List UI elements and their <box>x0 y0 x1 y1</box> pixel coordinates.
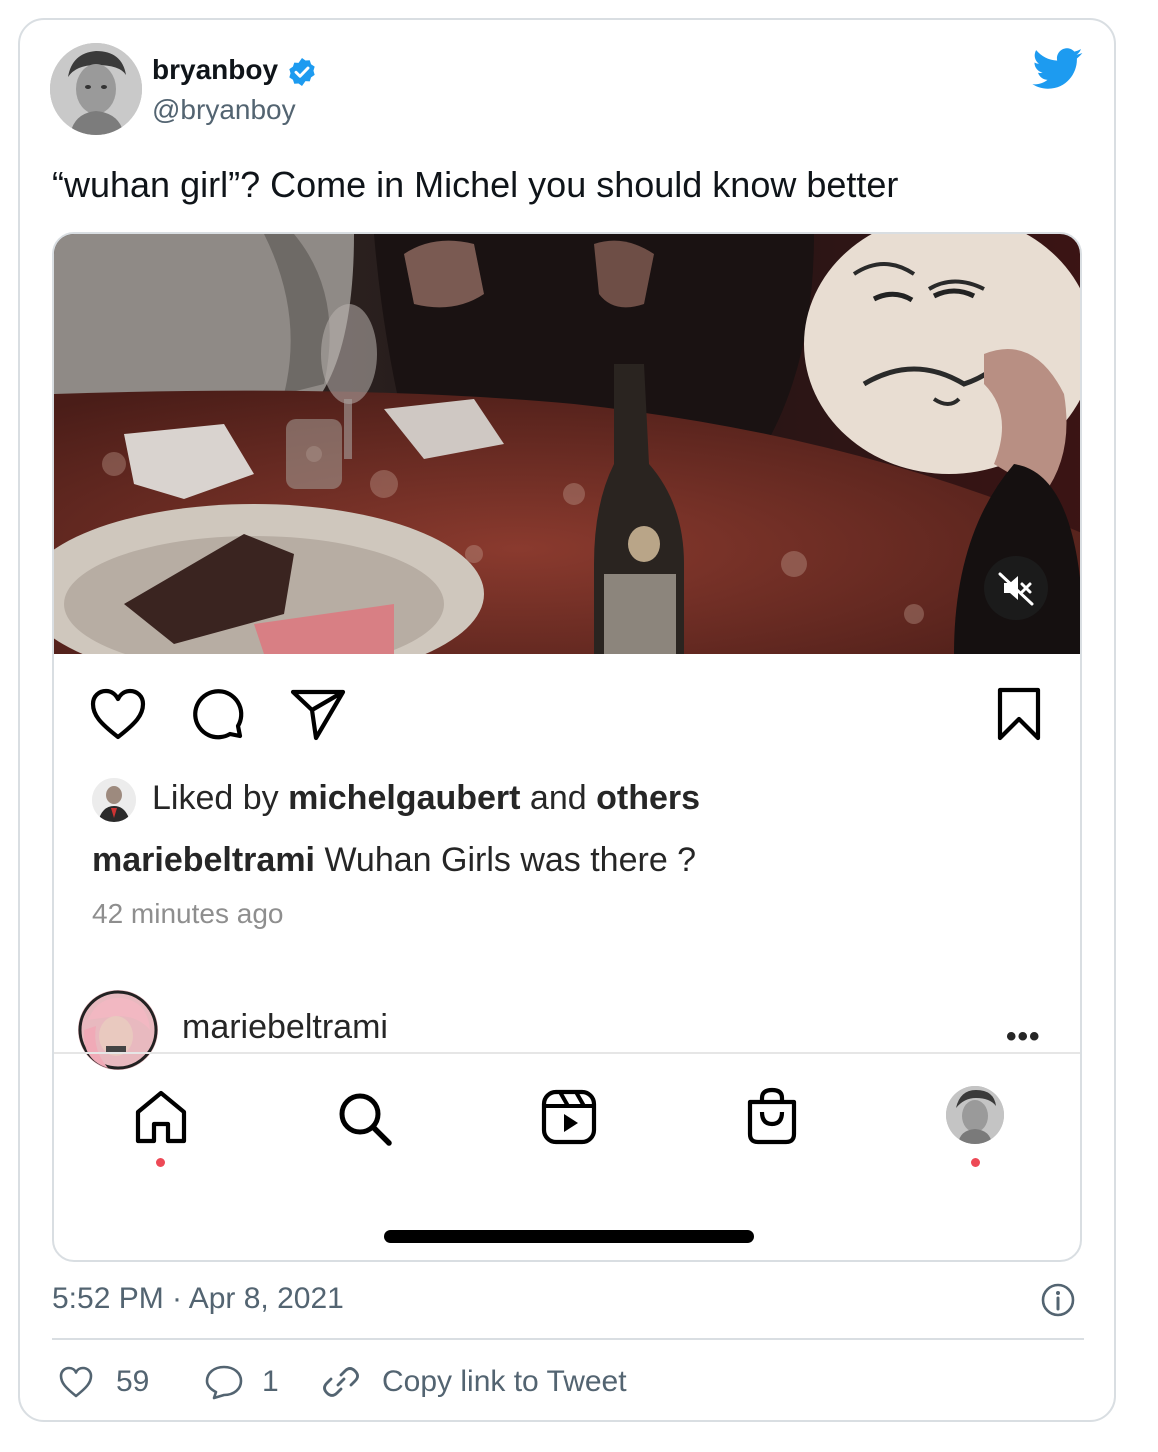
reels-icon[interactable] <box>540 1088 598 1146</box>
reply-count[interactable]: 1 <box>262 1365 279 1399</box>
mute-icon <box>998 572 1034 606</box>
home-notification-dot <box>156 1158 165 1167</box>
home-indicator-bar <box>384 1230 754 1243</box>
copy-link-button[interactable]: Copy link to Tweet <box>382 1365 627 1399</box>
liked-by-user[interactable]: michelgaubert <box>288 779 520 817</box>
like-count[interactable]: 59 <box>116 1365 149 1399</box>
home-icon[interactable] <box>132 1088 190 1146</box>
reply-icon[interactable] <box>204 1362 244 1402</box>
tweet-text: “wuhan girl”? Come in Michel you should … <box>52 164 899 205</box>
liked-by-avatar[interactable] <box>92 778 136 822</box>
author-name[interactable]: bryanboy <box>152 54 278 86</box>
caption: mariebeltrami Wuhan Girls was there ? <box>92 841 696 880</box>
nav-divider <box>54 1052 1080 1054</box>
video-frame[interactable] <box>54 234 1080 654</box>
verified-badge-icon <box>289 58 315 86</box>
author-handle[interactable]: @bryanboy <box>152 94 296 126</box>
heart-icon[interactable] <box>88 686 148 742</box>
tweet-timestamp[interactable]: 5:52 PM · Apr 8, 2021 <box>52 1282 344 1316</box>
author-avatar[interactable] <box>50 43 142 135</box>
like-heart-icon[interactable] <box>58 1362 94 1402</box>
embedded-screenshot[interactable]: Liked by michelgaubert and others marieb… <box>52 232 1082 1262</box>
link-icon[interactable] <box>322 1362 360 1402</box>
mute-button[interactable] <box>984 556 1048 620</box>
liked-by-others[interactable]: others <box>596 779 700 817</box>
caption-username[interactable]: mariebeltrami <box>92 841 315 879</box>
profile-notification-dot <box>971 1158 980 1167</box>
liked-by-and: and <box>520 779 597 817</box>
post-time-ago: 42 minutes ago <box>92 898 284 929</box>
caption-text: Wuhan Girls was there ? <box>315 841 697 879</box>
twitter-bird-icon[interactable] <box>1032 48 1084 90</box>
footer-divider <box>52 1338 1084 1340</box>
bookmark-icon[interactable] <box>994 686 1044 742</box>
shop-icon[interactable] <box>744 1086 800 1146</box>
share-icon[interactable] <box>288 686 348 742</box>
profile-tab-avatar[interactable] <box>946 1086 1004 1144</box>
comment-icon[interactable] <box>190 686 246 742</box>
liked-by-prefix: Liked by <box>152 779 289 817</box>
info-icon[interactable] <box>1040 1282 1076 1318</box>
profile-username[interactable]: mariebeltrami <box>182 1008 388 1047</box>
more-options-button[interactable]: ••• <box>1006 1020 1041 1054</box>
search-icon[interactable] <box>336 1090 394 1148</box>
liked-by-text: Liked by michelgaubert and others <box>152 779 700 818</box>
profile-avatar[interactable] <box>78 990 158 1070</box>
